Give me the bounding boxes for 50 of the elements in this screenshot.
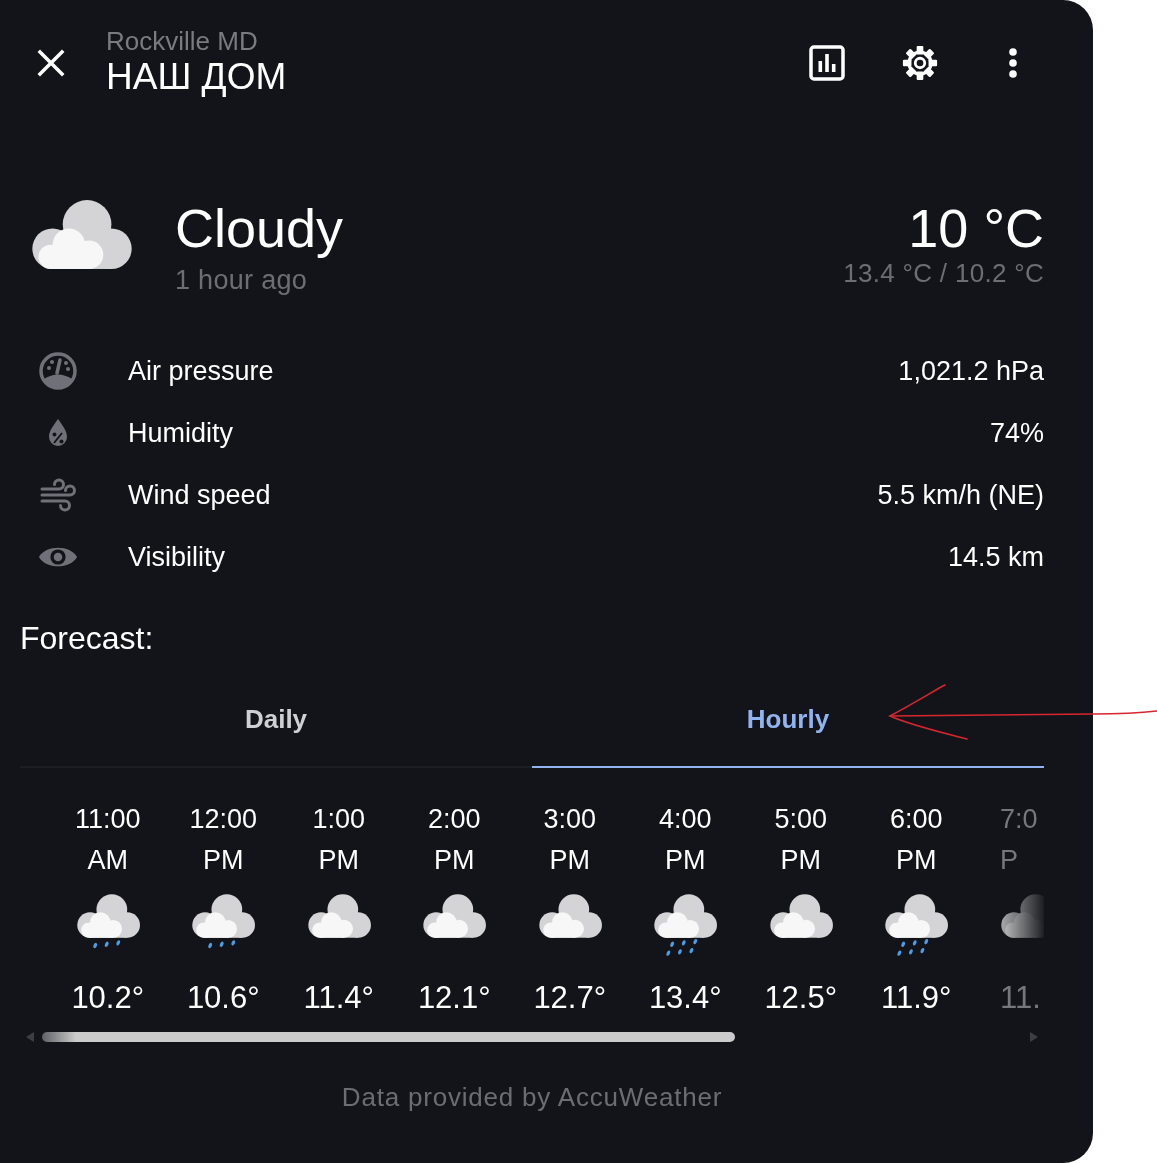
forecast-time: 6:00 PM bbox=[888, 803, 944, 877]
forecast-temperature: 11.9° bbox=[881, 979, 952, 1017]
cloud-icon bbox=[537, 893, 602, 939]
forecast-time: 1:00 PM bbox=[311, 803, 367, 877]
settings-icon[interactable] bbox=[901, 44, 939, 82]
more-options-icon[interactable] bbox=[1008, 48, 1018, 78]
cloud-icon bbox=[422, 893, 487, 939]
forecast-temperature: 12.5° bbox=[764, 979, 838, 1017]
attribute-label: Visibility bbox=[128, 541, 226, 573]
dialog-title: НАШ ДОМ bbox=[106, 55, 287, 99]
forecast-temperature: 10.6° bbox=[186, 979, 260, 1017]
high-low-temperature: 13.4 °C / 10.2 °C bbox=[843, 258, 1044, 288]
forecast-time: 12:00 PM bbox=[188, 803, 259, 877]
rain-cloud-icon bbox=[884, 893, 949, 957]
location-subtitle: Rockville MD bbox=[106, 27, 258, 55]
forecast-time: 7:0 P bbox=[1000, 803, 1039, 877]
forecast-temperature: 11.4° bbox=[303, 979, 374, 1017]
rain-cloud-icon bbox=[653, 893, 718, 957]
current-temperature: 10 °C bbox=[908, 198, 1044, 258]
forecast-temperature: 12.7° bbox=[533, 979, 607, 1017]
forecast-time: 2:00 PM bbox=[426, 803, 482, 877]
weather-condition: Cloudy bbox=[175, 198, 344, 258]
cloud-icon bbox=[306, 893, 371, 939]
forecast-temperature: 10.2° bbox=[71, 979, 145, 1017]
attribute-value: 5.5 km/h (NE) bbox=[877, 479, 1044, 511]
forecast-time: 4:00 PM bbox=[657, 803, 713, 877]
scrollbar-thumb[interactable] bbox=[42, 1032, 735, 1042]
attribute-label: Air pressure bbox=[128, 355, 274, 387]
updated-time: 1 hour ago bbox=[175, 264, 308, 296]
attribute-value: 1,021.2 hPa bbox=[898, 355, 1044, 387]
cloud-icon bbox=[768, 893, 833, 939]
gauge-icon bbox=[38, 351, 78, 391]
forecast-heading: Forecast: bbox=[20, 619, 154, 658]
forecast-temperature: 13.4° bbox=[648, 979, 722, 1017]
forecast-time: 3:00 PM bbox=[542, 803, 598, 877]
attribute-value: 74% bbox=[989, 417, 1044, 449]
cloud-icon bbox=[30, 198, 132, 271]
attribute-label: Humidity bbox=[128, 417, 234, 449]
chart-icon[interactable] bbox=[809, 45, 845, 81]
close-icon[interactable] bbox=[37, 49, 65, 77]
attribute-label: Wind speed bbox=[128, 479, 271, 511]
forecast-time: 11:00 AM bbox=[73, 803, 142, 877]
forecast-temperature: 11. bbox=[1000, 979, 1041, 1017]
forecast-time: 5:00 PM bbox=[773, 803, 829, 877]
attribution-text: Data provided by AccuWeather bbox=[341, 1081, 723, 1113]
attribute-value: 14.5 km bbox=[947, 541, 1044, 573]
forecast-tab[interactable]: Hourly bbox=[532, 672, 1044, 768]
forecast-tab[interactable]: Daily bbox=[20, 672, 532, 768]
forecast-temperature: 12.1° bbox=[417, 979, 491, 1017]
cloud-icon bbox=[1000, 893, 1044, 939]
